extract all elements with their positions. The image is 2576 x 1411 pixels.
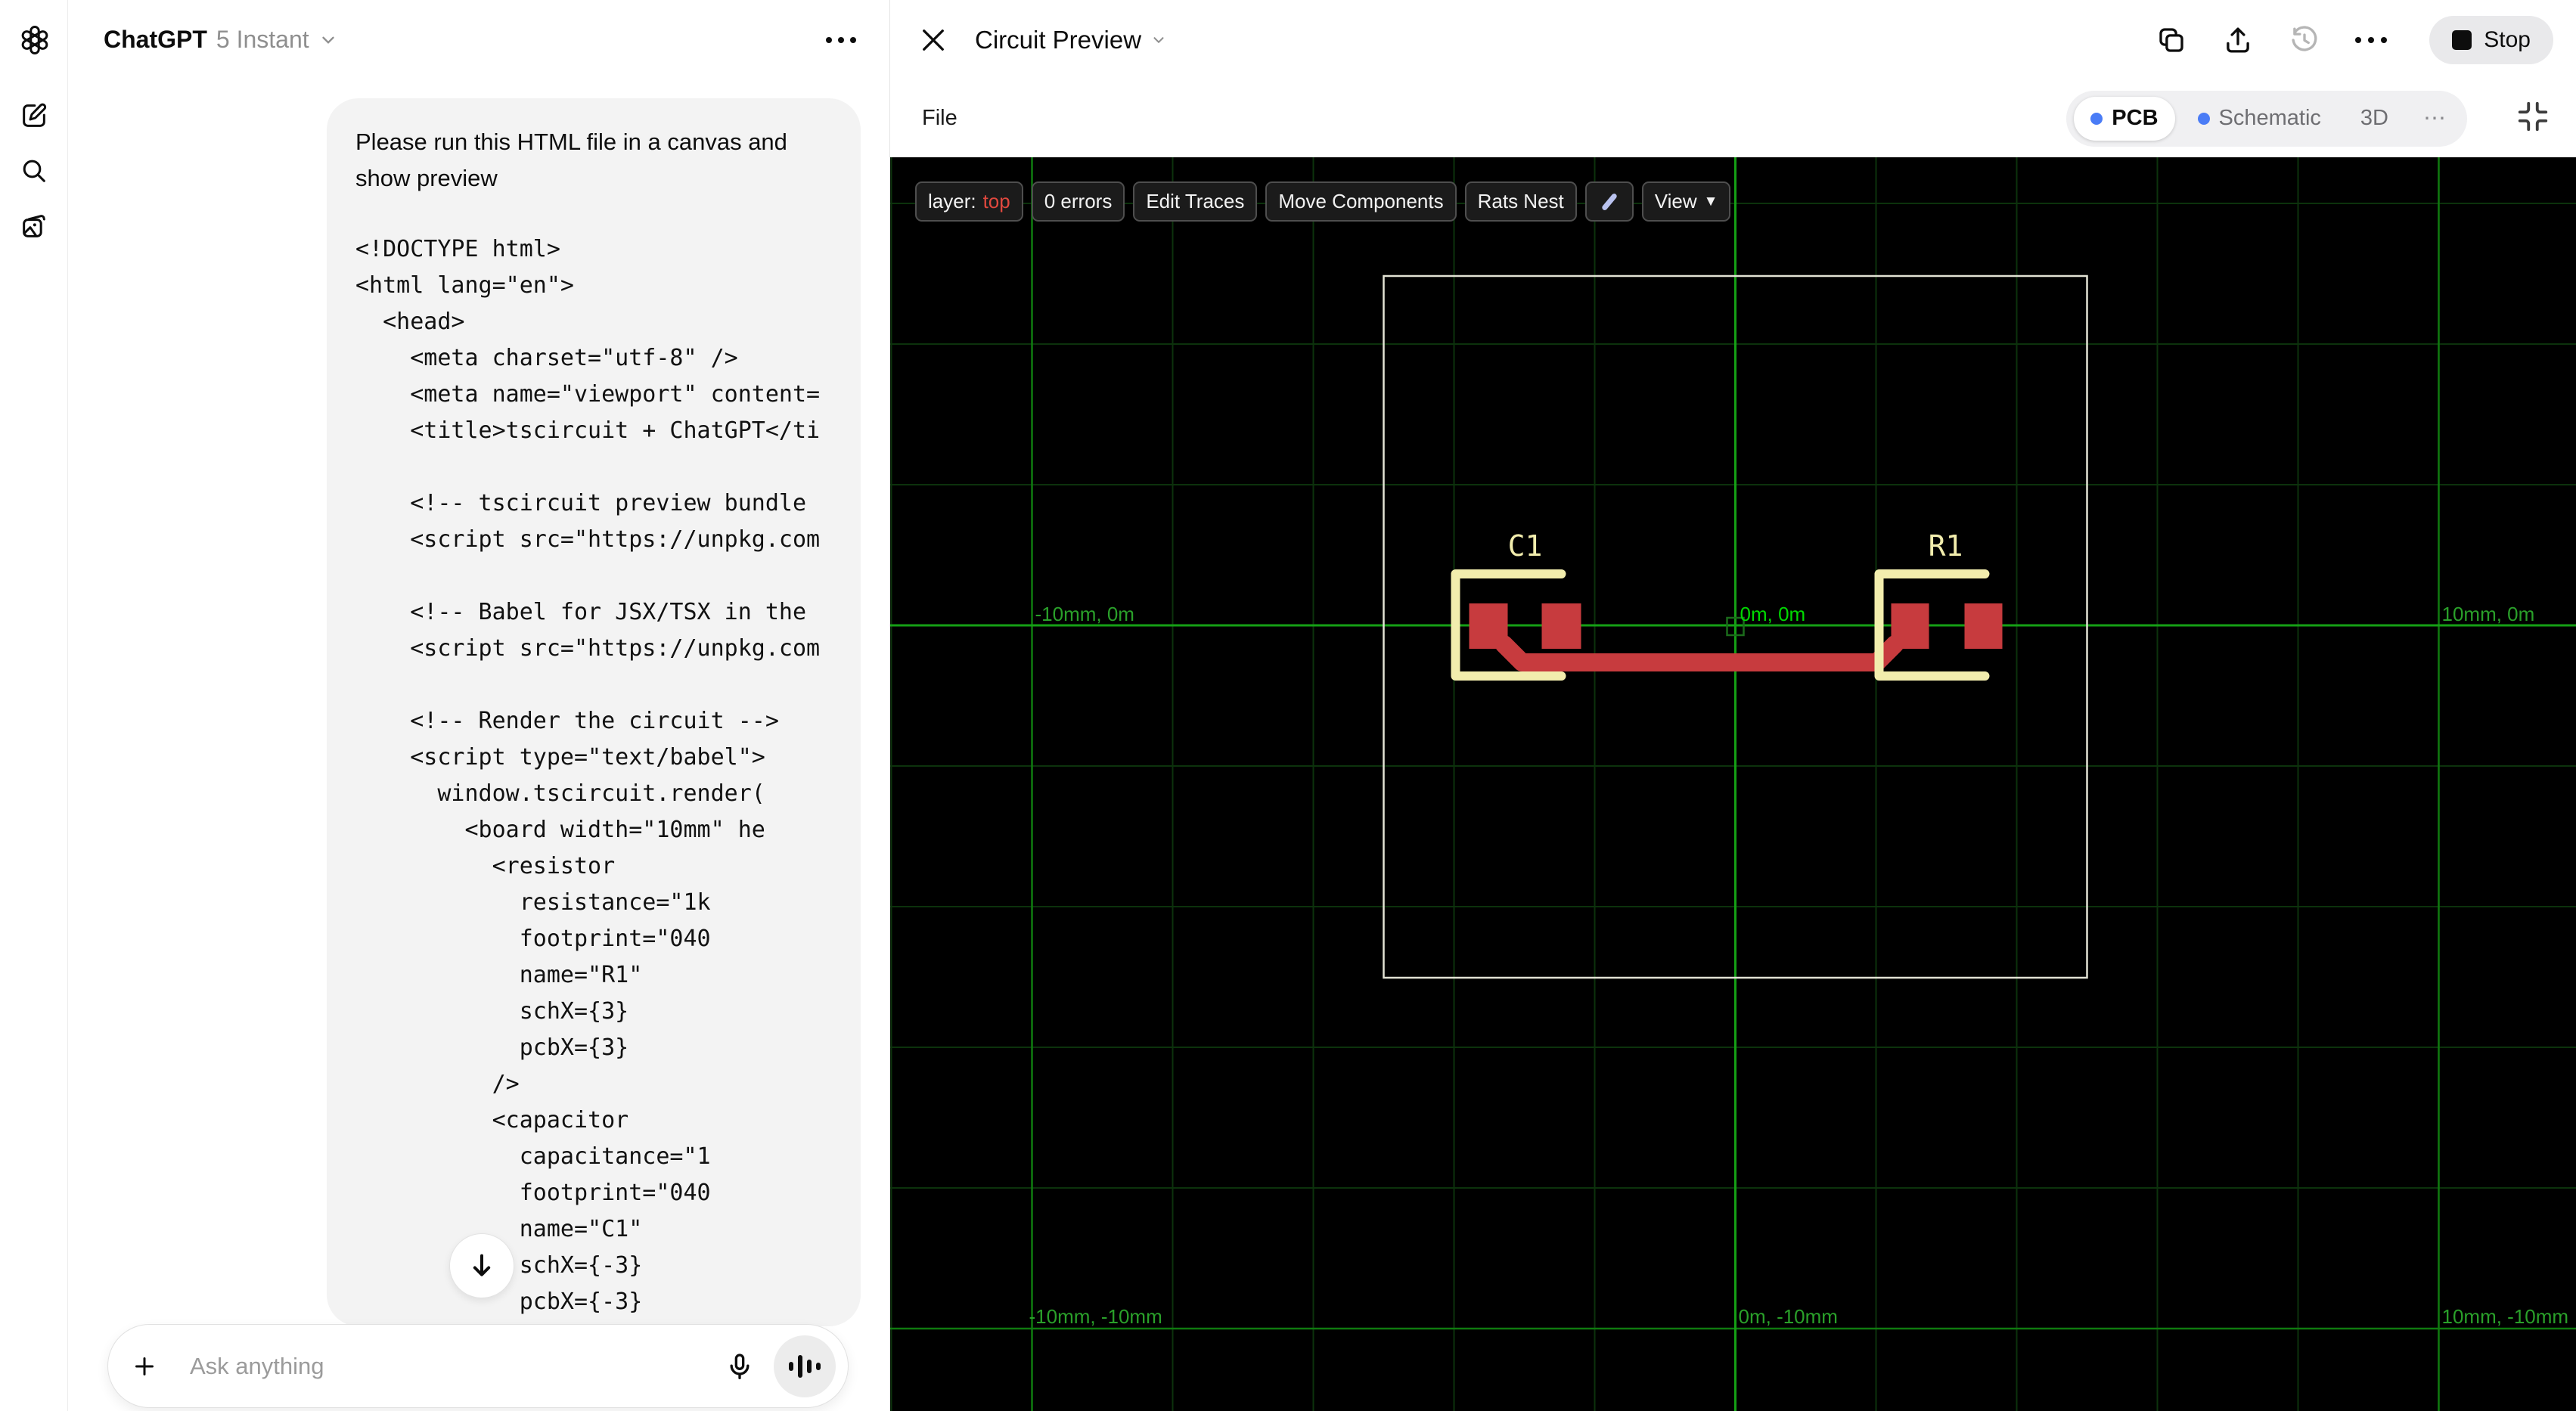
microphone-icon[interactable]	[722, 1349, 757, 1384]
errors-button[interactable]: 0 errors	[1031, 181, 1125, 222]
chat-model-variant[interactable]: 5 Instant	[216, 26, 309, 54]
rats-nest-label: Rats Nest	[1477, 190, 1564, 212]
voice-mode-button[interactable]	[774, 1335, 836, 1397]
pcb-status-dot	[2090, 112, 2103, 125]
layer-button[interactable]: layer: top	[915, 181, 1023, 222]
chat-model-title[interactable]: ChatGPT	[104, 26, 207, 54]
collapse-icon[interactable]	[2515, 99, 2550, 138]
close-icon[interactable]	[917, 24, 949, 56]
move-components-button[interactable]: Move Components	[1265, 181, 1457, 222]
new-chat-icon[interactable]	[17, 99, 51, 132]
r1-pad2[interactable]	[1964, 603, 2003, 649]
tab-pcb[interactable]: PCB	[2074, 96, 2175, 141]
chat-options-icon[interactable]	[826, 36, 856, 43]
rats-nest-button[interactable]: Rats Nest	[1464, 181, 1577, 222]
coord-label-bottom-center: 0m, -10mm	[1739, 1305, 1838, 1328]
c1-refdes-label: C1	[1508, 529, 1543, 563]
waveform-icon	[789, 1361, 793, 1371]
coord-label-bottom-right: 10mm, -10mm	[2442, 1305, 2569, 1328]
tab-schematic-label: Schematic	[2218, 106, 2321, 130]
view-dropdown-button[interactable]: View ▼	[1641, 181, 1731, 222]
tab-schematic[interactable]: Schematic	[2181, 97, 2338, 141]
sidebar-rail	[0, 0, 68, 1411]
pcb-grid	[890, 157, 2576, 1411]
openai-logo-icon[interactable]	[19, 24, 51, 56]
preview-title[interactable]: Circuit Preview	[975, 26, 1141, 54]
stop-square-icon	[2452, 29, 2472, 50]
pencil-tool-button[interactable]	[1584, 181, 1634, 222]
message-composer[interactable]: Ask anything	[107, 1324, 849, 1408]
tabs-more-icon[interactable]: ⋯	[2411, 105, 2460, 132]
edit-traces-label: Edit Traces	[1146, 190, 1245, 212]
share-upload-icon[interactable]	[2222, 24, 2254, 56]
file-menu[interactable]: File	[922, 106, 957, 131]
schematic-status-dot	[2197, 112, 2210, 125]
search-icon[interactable]	[17, 154, 51, 188]
view-tabs: PCB Schematic 3D ⋯	[2066, 90, 2467, 147]
preview-menubar: File PCB Schematic 3D ⋯	[890, 79, 2576, 157]
scroll-to-bottom-button[interactable]	[449, 1233, 514, 1298]
preview-actions: Stop	[2155, 15, 2553, 64]
copy-icon[interactable]	[2155, 24, 2187, 56]
r1-refdes-label: R1	[1929, 529, 1963, 563]
chat-panel: ChatGPT 5 Instant Please run this HTML f…	[68, 0, 889, 1411]
coord-label-right: 10mm, 0m	[2442, 603, 2535, 625]
attach-plus-icon[interactable]	[128, 1350, 161, 1383]
errors-label: 0 errors	[1044, 190, 1113, 212]
pcb-toolbar: layer: top 0 errors Edit Traces Move Com…	[915, 181, 1731, 222]
user-message-text: Please run this HTML file in a canvas an…	[355, 129, 787, 191]
caret-down-icon: ▼	[1703, 193, 1718, 209]
tab-3d-label: 3D	[2360, 106, 2388, 130]
pcb-canvas[interactable]: layer: top 0 errors Edit Traces Move Com…	[890, 157, 2576, 1411]
canvas-preview-panel: Circuit Preview Stop File PCB Schematic …	[889, 0, 2576, 1411]
user-message-bubble: Please run this HTML file in a canvas an…	[327, 98, 861, 1326]
move-components-label: Move Components	[1278, 190, 1444, 212]
layer-value: top	[982, 190, 1010, 212]
stop-button-label: Stop	[2484, 26, 2531, 52]
chevron-down-icon[interactable]	[1150, 32, 1167, 48]
coord-label-bottom-left: -10mm, -10mm	[1029, 1305, 1162, 1328]
coord-label-left: -10mm, 0m	[1035, 603, 1134, 625]
history-icon[interactable]	[2289, 24, 2320, 56]
pencil-icon	[1602, 193, 1617, 210]
app-root: ChatGPT 5 Instant Please run this HTML f…	[0, 0, 2576, 1411]
preview-header: Circuit Preview Stop	[890, 0, 2576, 79]
coord-label-origin: 0m, 0m	[1740, 603, 1806, 625]
view-label: View	[1654, 190, 1697, 212]
c1-pad1[interactable]	[1469, 603, 1508, 649]
c1-pad2[interactable]	[1541, 603, 1581, 649]
more-options-icon[interactable]	[2355, 36, 2388, 43]
layer-label: layer:	[928, 190, 976, 212]
stop-button[interactable]: Stop	[2429, 15, 2553, 64]
user-message-code: <!DOCTYPE html> <html lang="en"> <head> …	[355, 236, 821, 1326]
tab-pcb-label: PCB	[2112, 106, 2159, 130]
pcb-drawing: C1 R1 0m, 0m -10mm, 0m 10mm, 0m -10mm, -…	[890, 157, 2576, 1411]
library-icon[interactable]	[17, 209, 51, 243]
chat-header: ChatGPT 5 Instant	[68, 0, 889, 79]
chevron-down-icon[interactable]	[318, 30, 338, 50]
arrow-down-icon	[473, 1254, 491, 1276]
composer-input[interactable]: Ask anything	[190, 1353, 722, 1380]
tab-3d[interactable]: 3D	[2344, 97, 2405, 141]
edit-traces-button[interactable]: Edit Traces	[1133, 181, 1258, 222]
r1-pad1[interactable]	[1891, 603, 1929, 649]
